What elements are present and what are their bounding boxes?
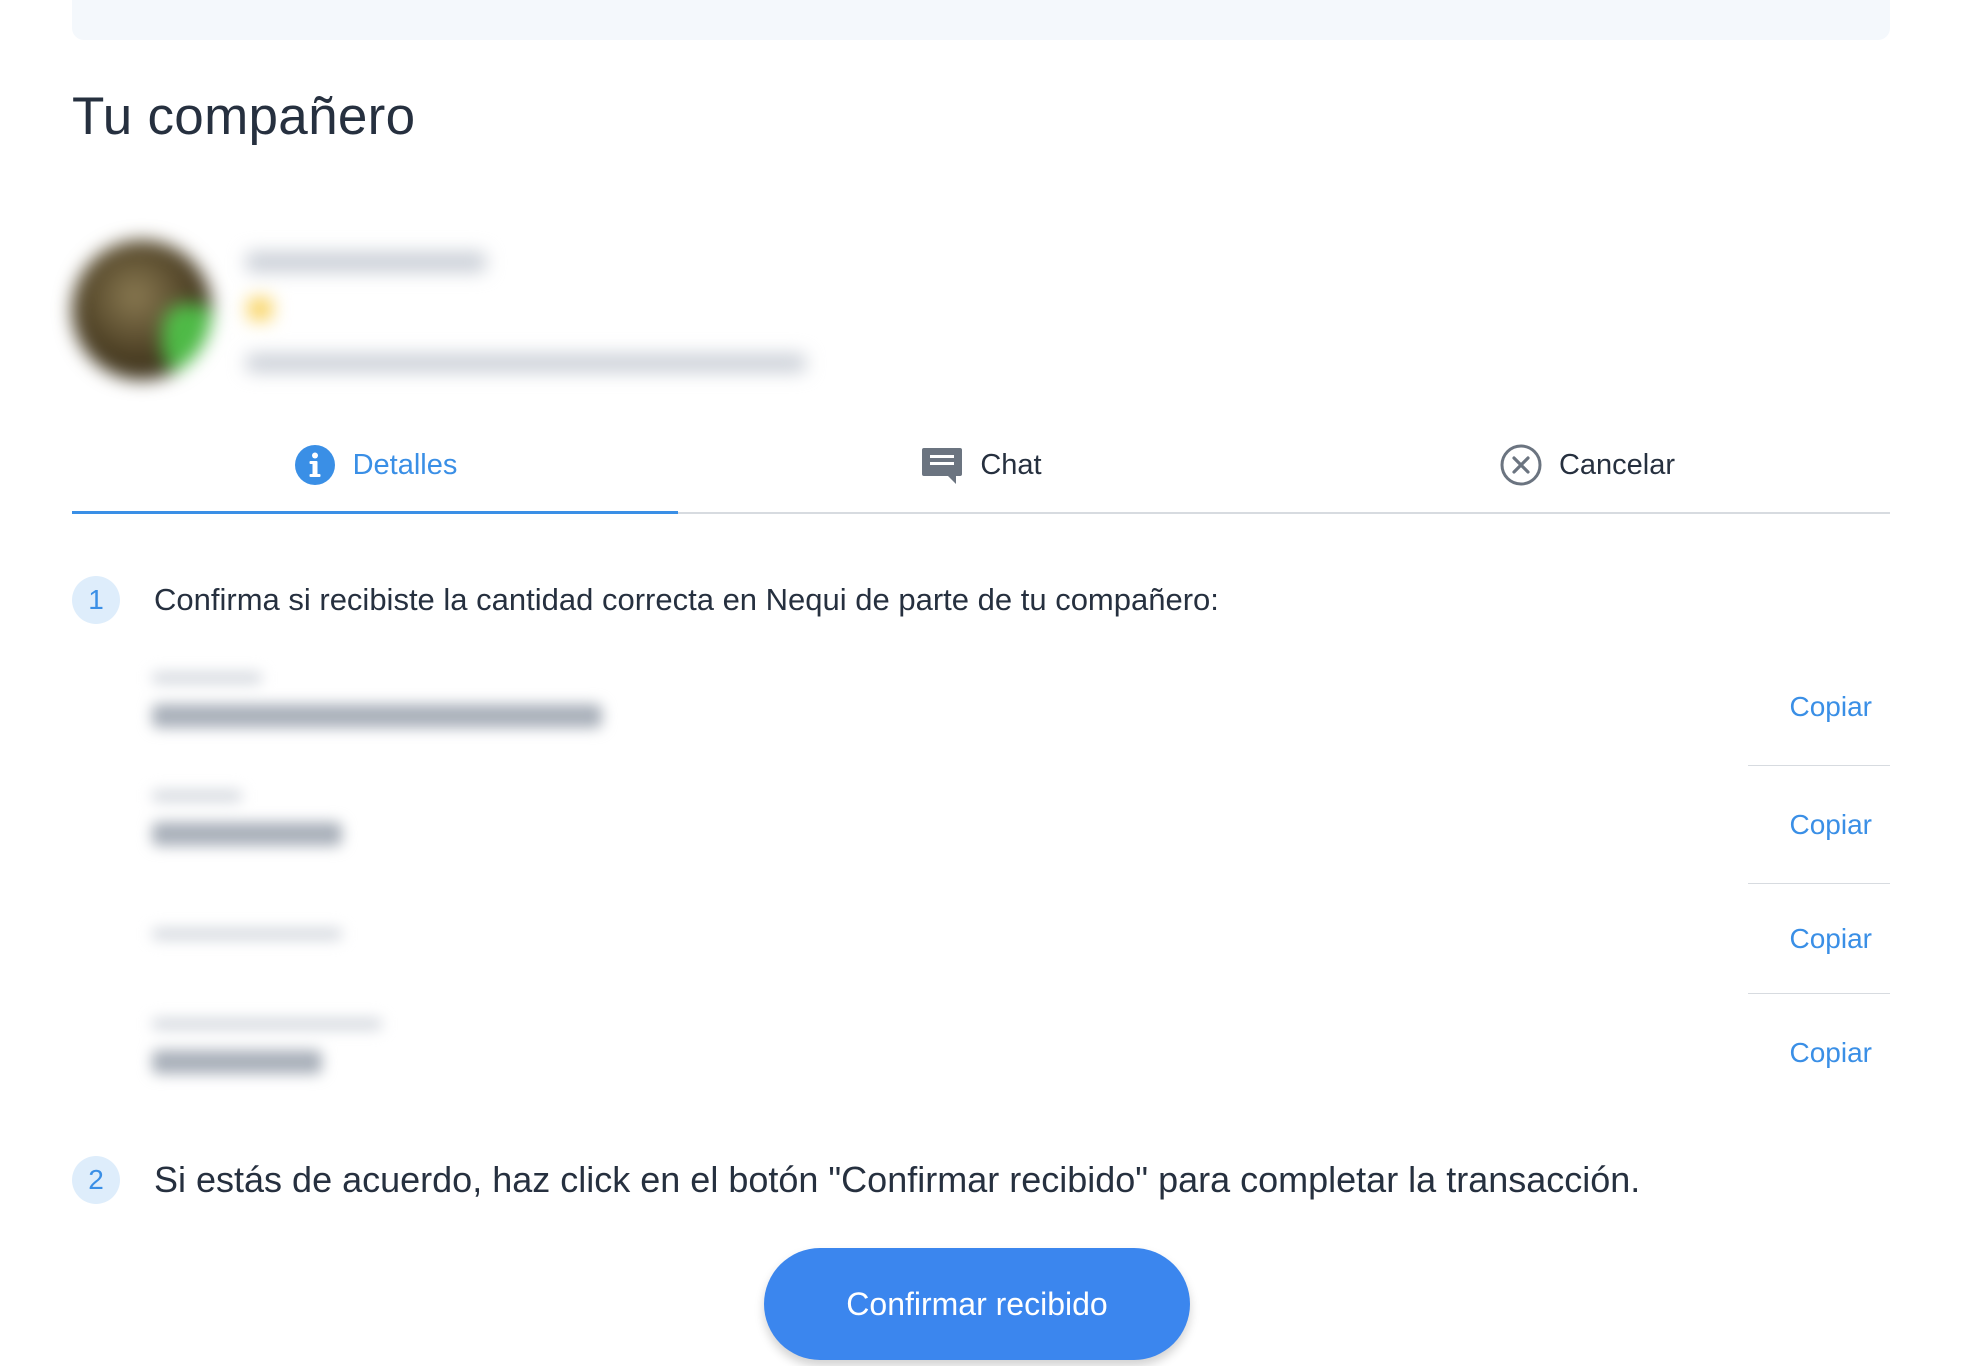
close-circle-icon bbox=[1499, 443, 1543, 487]
partner-info bbox=[246, 354, 806, 372]
copy-button[interactable]: Copiar bbox=[1790, 923, 1872, 955]
chat-icon bbox=[920, 443, 964, 487]
confirm-received-button[interactable]: Confirmar recibido bbox=[764, 1248, 1190, 1360]
tab-label: Cancelar bbox=[1558, 448, 1676, 481]
page-title: Tu compañero bbox=[72, 87, 416, 146]
step-2: 2 Si estás de acuerdo, haz click en el b… bbox=[72, 1156, 1640, 1204]
detail-row: Copiar bbox=[152, 884, 1890, 994]
detail-value-redacted bbox=[152, 994, 1742, 1112]
detail-row: Copiar bbox=[152, 994, 1890, 1112]
partner-profile bbox=[66, 230, 826, 400]
page: Tu compañero Detalles Chat Cancelar 1 Co… bbox=[0, 0, 1962, 1366]
tab-cancelar[interactable]: Cancelar bbox=[1284, 418, 1890, 512]
copy-button[interactable]: Copiar bbox=[1790, 691, 1872, 723]
detail-row: Copiar bbox=[152, 766, 1890, 884]
tab-label: Chat bbox=[980, 448, 1042, 481]
detail-value-redacted bbox=[152, 648, 1742, 766]
step-text: Confirma si recibiste la cantidad correc… bbox=[154, 582, 1219, 617]
star-icon bbox=[248, 298, 272, 320]
step-number: 2 bbox=[72, 1156, 120, 1204]
avatar bbox=[72, 240, 212, 380]
step-text: Si estás de acuerdo, haz click en el bot… bbox=[154, 1159, 1641, 1200]
step-number: 1 bbox=[72, 576, 120, 624]
transfer-details: Copiar Copiar Copiar Copiar bbox=[152, 648, 1890, 1112]
copy-button[interactable]: Copiar bbox=[1790, 1037, 1872, 1069]
copy-button[interactable]: Copiar bbox=[1790, 809, 1872, 841]
tab-chat[interactable]: Chat bbox=[678, 418, 1284, 512]
tab-bar: Detalles Chat Cancelar bbox=[72, 418, 1890, 514]
detail-value-redacted bbox=[152, 766, 1742, 884]
detail-value-redacted bbox=[152, 884, 1742, 994]
tab-detalles[interactable]: Detalles bbox=[72, 418, 678, 514]
top-banner bbox=[72, 0, 1890, 40]
info-icon bbox=[293, 443, 337, 487]
tab-label: Detalles bbox=[352, 448, 458, 481]
detail-row: Copiar bbox=[152, 648, 1890, 766]
partner-name bbox=[246, 252, 486, 272]
step-1: 1 Confirma si recibiste la cantidad corr… bbox=[72, 576, 1219, 624]
